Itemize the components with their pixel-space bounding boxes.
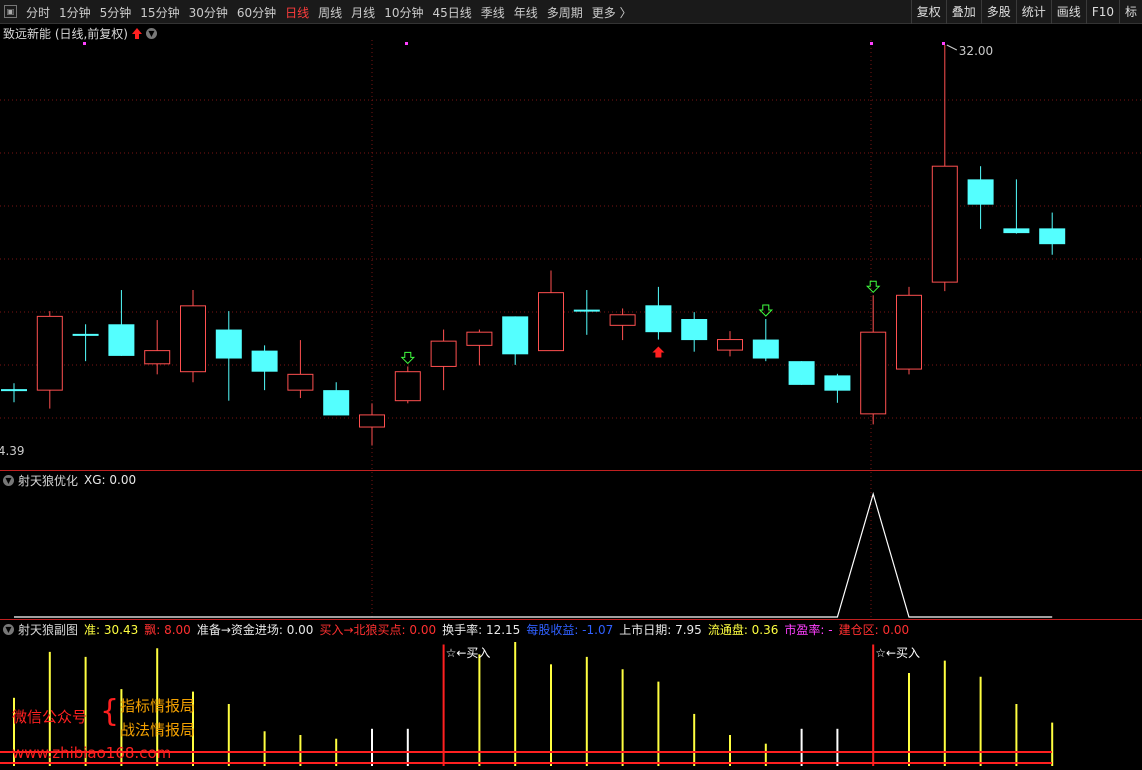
candle-body-28: [1003, 228, 1030, 234]
candle-body-20: [717, 339, 743, 351]
candle-body-18: [645, 305, 672, 333]
candle-body-27: [967, 179, 994, 205]
candle-body-17: [609, 314, 636, 326]
candle-body-23: [824, 375, 851, 391]
top-marker-1: [405, 42, 408, 45]
watermark-brace: {: [100, 694, 120, 729]
candle-body-11: [394, 371, 421, 402]
candle-body-26: [931, 165, 958, 283]
high-pointer: [946, 44, 958, 51]
high-price-label: 32.00: [959, 44, 993, 58]
xg-line: [14, 491, 1053, 618]
candle-body-25: [896, 294, 922, 370]
candle-body-10: [359, 414, 385, 428]
candle-body-14: [502, 316, 529, 355]
candle-body-4: [144, 350, 171, 365]
candle-body-3: [108, 324, 135, 356]
up-arrow-icon-0: [652, 346, 665, 358]
watermark-wechat: 微信公众号: [12, 708, 88, 726]
candle-body-29: [1039, 228, 1066, 245]
candle-body-6: [215, 329, 242, 359]
watermark-line2: 战法情报局: [120, 721, 196, 739]
watermark-url: www.zhibiao168.com: [12, 744, 172, 762]
candle-body-24: [860, 331, 887, 415]
top-marker-3: [942, 42, 945, 45]
buy-signal-label-0: ☆←买入: [446, 646, 491, 660]
down-arrow-icon-1: [758, 304, 774, 317]
down-arrow-icon-0: [400, 351, 416, 365]
watermark-line1: 指标情报局: [120, 697, 196, 715]
candle-body-7: [251, 350, 278, 372]
candle-body-13: [466, 331, 493, 346]
buy-signal-label-1: ☆←买入: [875, 646, 920, 660]
candle-body-19: [681, 319, 708, 341]
candle-body-15: [538, 292, 564, 352]
top-marker-0: [83, 42, 86, 45]
candle-body-5: [180, 305, 206, 373]
top-marker-2: [870, 42, 873, 45]
stock-chart[interactable]: 32.00 24.39 ☆←买入 ☆←买入: [0, 0, 1142, 770]
candle-body-12: [430, 340, 457, 367]
down-arrow-icon-2: [865, 280, 881, 294]
low-price-label: 24.39: [0, 444, 25, 458]
candle-body-22: [788, 361, 815, 385]
candle-body-9: [323, 390, 350, 416]
candle-body-21: [752, 339, 779, 359]
candle-body-8: [287, 373, 314, 391]
candle-body-1: [36, 315, 63, 391]
